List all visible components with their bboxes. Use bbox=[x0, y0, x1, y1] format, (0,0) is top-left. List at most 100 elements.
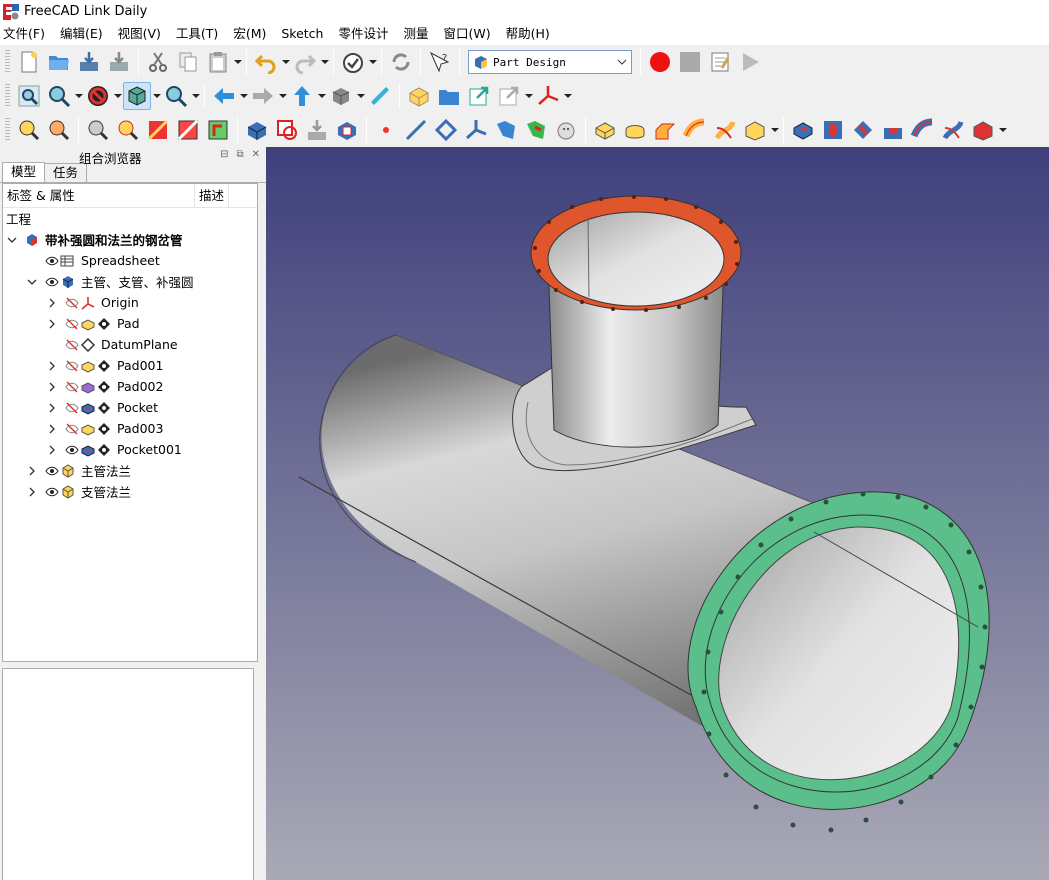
panel-restore-icon[interactable]: ⧉ bbox=[236, 149, 243, 160]
eye-hidden-icon[interactable] bbox=[65, 401, 79, 415]
draw-style-dropdown[interactable] bbox=[113, 82, 122, 110]
property-view[interactable] bbox=[2, 668, 254, 880]
tree-item[interactable]: Pad bbox=[3, 313, 257, 334]
link-actions-button[interactable] bbox=[495, 82, 523, 110]
save-as-button[interactable] bbox=[105, 48, 133, 76]
tree-item[interactable]: 支管法兰 bbox=[3, 481, 257, 502]
column-description-header[interactable]: 描述 bbox=[195, 184, 229, 208]
tree-item[interactable]: Pad003 bbox=[3, 418, 257, 439]
chevron-right-icon[interactable] bbox=[47, 445, 57, 455]
zoom-dropdown[interactable] bbox=[191, 82, 200, 110]
branch-flange[interactable] bbox=[530, 195, 742, 311]
undo-dropdown[interactable] bbox=[281, 48, 290, 76]
tree-item[interactable]: DatumPlane bbox=[3, 334, 257, 355]
additive-primitive-button[interactable] bbox=[741, 116, 769, 144]
subtractive-helix-button[interactable] bbox=[939, 116, 967, 144]
zoom-button[interactable] bbox=[162, 82, 190, 110]
macro-record-button[interactable] bbox=[646, 48, 674, 76]
paste-dropdown[interactable] bbox=[233, 48, 242, 76]
subtractive-pipe-button[interactable] bbox=[909, 116, 937, 144]
pocket-button[interactable] bbox=[789, 116, 817, 144]
chevron-right-icon[interactable] bbox=[27, 466, 37, 476]
paste-button[interactable] bbox=[204, 48, 232, 76]
tree-item[interactable]: Pocket bbox=[3, 397, 257, 418]
create-body-button[interactable] bbox=[243, 116, 271, 144]
workbench-selector[interactable]: Part Design bbox=[468, 50, 632, 74]
3d-scene[interactable] bbox=[266, 147, 1049, 880]
back-button[interactable] bbox=[210, 82, 238, 110]
tree-item[interactable]: Pad002 bbox=[3, 376, 257, 397]
menu-measure[interactable]: 测量 bbox=[397, 23, 437, 45]
back-dropdown[interactable] bbox=[239, 82, 248, 110]
measure-angular-button[interactable] bbox=[45, 116, 73, 144]
menu-edit[interactable]: 编辑(E) bbox=[53, 23, 111, 45]
link-dropdown[interactable] bbox=[524, 82, 533, 110]
eye-hidden-icon[interactable] bbox=[65, 317, 79, 331]
tab-model[interactable]: 模型 bbox=[2, 162, 46, 182]
pad-button[interactable] bbox=[591, 116, 619, 144]
measure-button[interactable] bbox=[366, 82, 394, 110]
copy-button[interactable] bbox=[174, 48, 202, 76]
tree-item[interactable]: Spreadsheet bbox=[3, 250, 257, 271]
part-button[interactable] bbox=[405, 82, 433, 110]
eye-hidden-icon[interactable] bbox=[65, 422, 79, 436]
chevron-right-icon[interactable] bbox=[27, 487, 37, 497]
datum-point-button[interactable] bbox=[372, 116, 400, 144]
eye-hidden-icon[interactable] bbox=[65, 380, 79, 394]
tree-item[interactable]: Origin bbox=[3, 292, 257, 313]
measure-refresh-button[interactable] bbox=[84, 116, 112, 144]
revolution-button[interactable] bbox=[621, 116, 649, 144]
eye-hidden-icon[interactable] bbox=[65, 296, 79, 310]
chevron-right-icon[interactable] bbox=[47, 298, 57, 308]
additive-pipe-button[interactable] bbox=[681, 116, 709, 144]
menu-window[interactable]: 窗口(W) bbox=[437, 23, 499, 45]
clone-animal-button[interactable] bbox=[552, 116, 580, 144]
redo-button[interactable] bbox=[291, 48, 319, 76]
measure-clear-button[interactable] bbox=[114, 116, 142, 144]
macro-edit-button[interactable] bbox=[706, 48, 734, 76]
tree-item[interactable]: Pocket001 bbox=[3, 439, 257, 460]
chevron-right-icon[interactable] bbox=[47, 382, 57, 392]
fit-dropdown[interactable] bbox=[74, 82, 83, 110]
menu-help[interactable]: 帮助(H) bbox=[499, 23, 558, 45]
chevron-right-icon[interactable] bbox=[47, 361, 57, 371]
cut-button[interactable] bbox=[144, 48, 172, 76]
redo-dropdown[interactable] bbox=[320, 48, 329, 76]
toolbar-grip[interactable] bbox=[5, 118, 10, 142]
subtractive-dropdown[interactable] bbox=[998, 116, 1007, 144]
up-dropdown[interactable] bbox=[317, 82, 326, 110]
tree-item[interactable]: 主管法兰 bbox=[3, 460, 257, 481]
eye-icon[interactable] bbox=[65, 443, 79, 457]
selection-dropdown[interactable] bbox=[152, 82, 161, 110]
tree-item[interactable]: 带补强圆和法兰的钢岔管 bbox=[3, 229, 257, 250]
tree-item[interactable]: 主管、支管、补强圆 bbox=[3, 271, 257, 292]
new-file-button[interactable] bbox=[15, 48, 43, 76]
menu-tools[interactable]: 工具(T) bbox=[169, 23, 226, 45]
whats-this-button[interactable]: ? bbox=[426, 48, 454, 76]
axis-cross-button[interactable] bbox=[534, 82, 562, 110]
additive-loft-button[interactable] bbox=[651, 116, 679, 144]
panel-float-icon[interactable]: ⊟ bbox=[220, 149, 228, 160]
eye-icon[interactable] bbox=[45, 485, 59, 499]
subtractive-primitive-button[interactable] bbox=[969, 116, 997, 144]
undo-button[interactable] bbox=[252, 48, 280, 76]
eye-icon[interactable] bbox=[45, 464, 59, 478]
measure-linear-button[interactable] bbox=[15, 116, 43, 144]
menu-file[interactable]: 文件(F) bbox=[0, 23, 53, 45]
fit-selection-button[interactable] bbox=[45, 82, 73, 110]
chevron-right-icon[interactable] bbox=[47, 424, 57, 434]
datum-plane-button[interactable] bbox=[432, 116, 460, 144]
group-button[interactable] bbox=[435, 82, 463, 110]
eye-icon[interactable] bbox=[45, 275, 59, 289]
local-cs-button[interactable] bbox=[462, 116, 490, 144]
refresh-check-button[interactable] bbox=[339, 48, 367, 76]
validate-sketch-button[interactable] bbox=[303, 116, 331, 144]
groove-button[interactable] bbox=[849, 116, 877, 144]
column-label-header[interactable]: 标签 & 属性 bbox=[3, 184, 195, 208]
toolbar-grip[interactable] bbox=[5, 50, 10, 74]
model-tree[interactable]: 标签 & 属性 描述 工程 带补强圆和法兰的钢岔管 Spreadsheet 主管… bbox=[2, 183, 258, 662]
macro-stop-button[interactable] bbox=[676, 48, 704, 76]
std-views-dropdown[interactable] bbox=[356, 82, 365, 110]
menu-macro[interactable]: 宏(M) bbox=[226, 23, 274, 45]
link-button[interactable] bbox=[465, 82, 493, 110]
